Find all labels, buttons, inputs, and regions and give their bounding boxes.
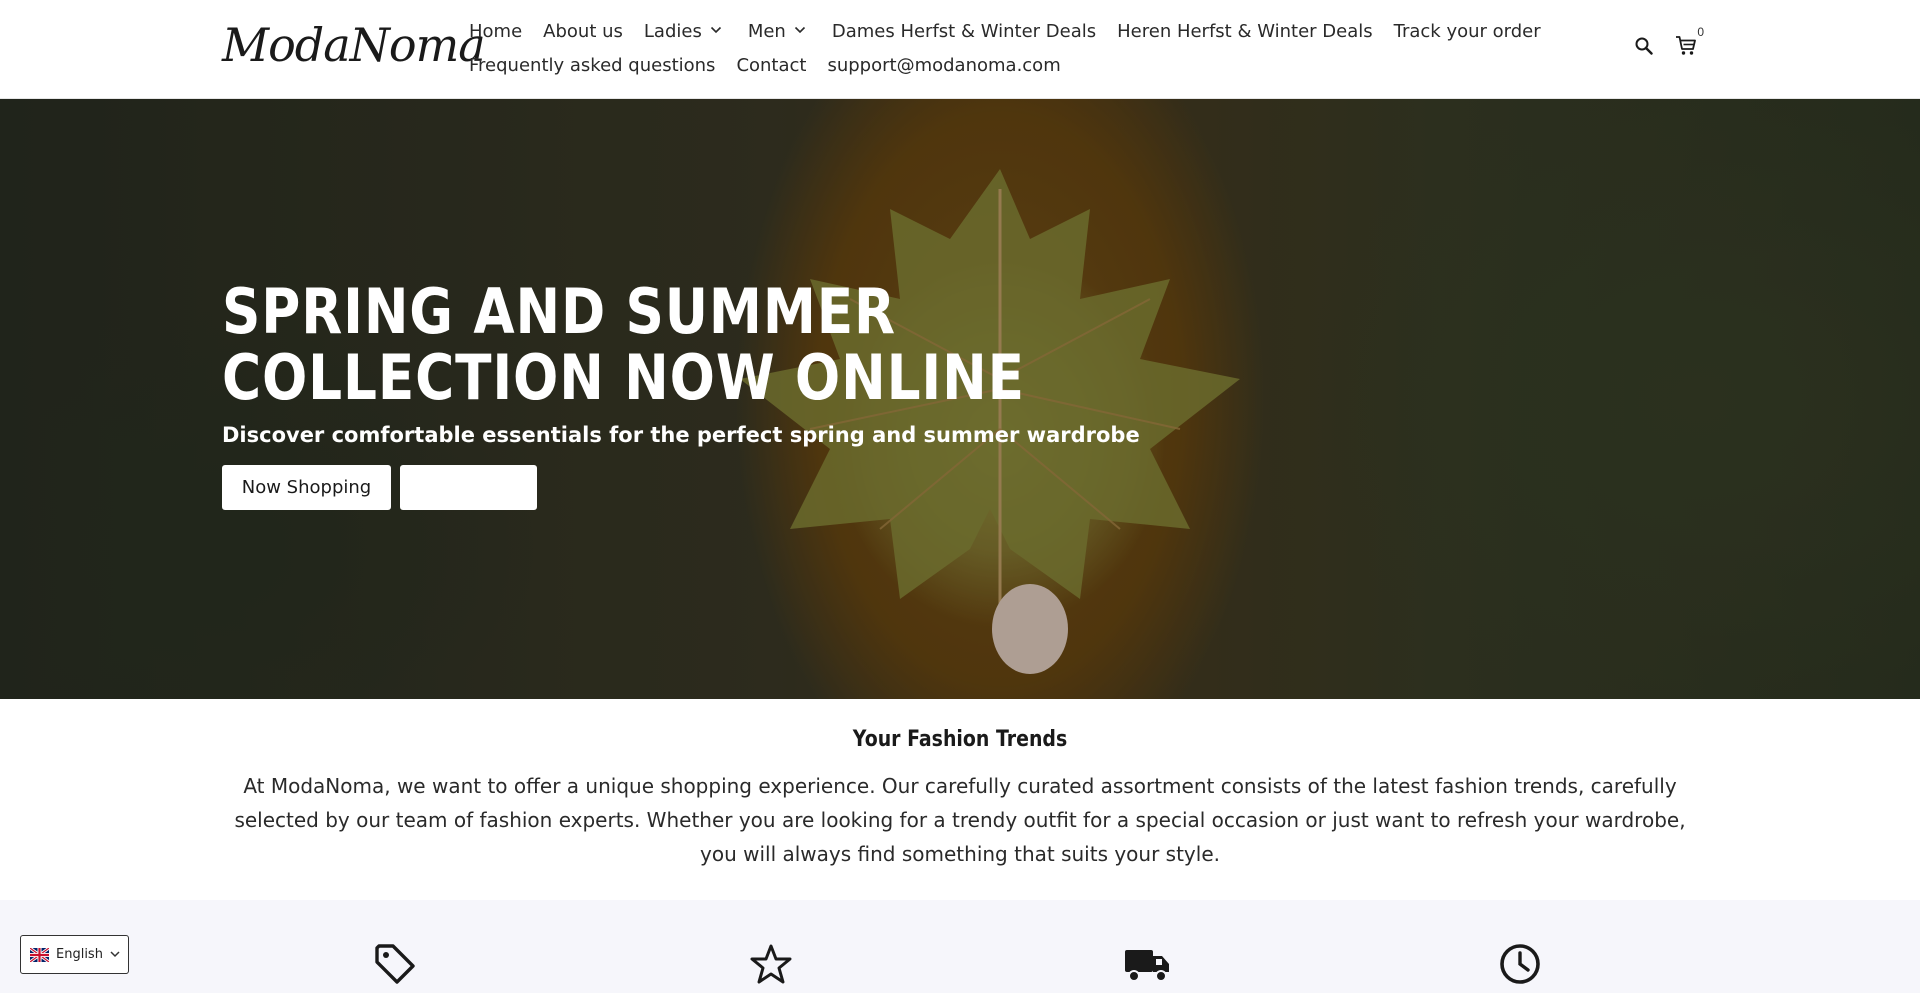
cart-count-badge: 0 bbox=[1697, 25, 1704, 39]
nav-label: Frequently asked questions bbox=[469, 54, 716, 76]
star-icon bbox=[750, 944, 792, 984]
intro-text: At ModaNoma, we want to offer a unique s… bbox=[234, 774, 1686, 866]
nav-label: Dames Herfst & Winter Deals bbox=[831, 20, 1097, 42]
site-header: ModaNoma Home About us Ladies Men Dames … bbox=[0, 0, 1920, 99]
now-shopping-button[interactable]: Now Shopping bbox=[222, 465, 391, 510]
nav-label: Ladies bbox=[643, 20, 702, 42]
chevron-down-icon bbox=[110, 951, 120, 958]
nav-label: Home bbox=[469, 20, 523, 42]
nav-item-contact[interactable]: Contact bbox=[736, 55, 806, 76]
nav-item-heren-deals[interactable]: Heren Herfst & Winter Deals bbox=[1117, 21, 1373, 42]
nav-label: Contact bbox=[736, 54, 807, 76]
chevron-down-icon bbox=[794, 26, 805, 34]
nav-label: Men bbox=[747, 20, 786, 42]
intro-title: Your Fashion Trends bbox=[852, 727, 1068, 752]
hero-content: SPRING AND SUMMER COLLECTION NOW ONLINE … bbox=[222, 279, 1222, 510]
cart-icon bbox=[1676, 36, 1696, 55]
header-actions: 0 bbox=[1632, 25, 1704, 58]
nav-item-track-order[interactable]: Track your order bbox=[1394, 21, 1541, 42]
nav-row-secondary: Frequently asked questions Contact suppo… bbox=[469, 48, 1529, 82]
nav-item-home[interactable]: Home bbox=[469, 21, 522, 42]
search-icon bbox=[1635, 37, 1653, 55]
nav-item-faq[interactable]: Frequently asked questions bbox=[469, 55, 715, 76]
clock-icon bbox=[1500, 944, 1540, 984]
nav-label: Heren Herfst & Winter Deals bbox=[1117, 20, 1373, 42]
hero-title: SPRING AND SUMMER COLLECTION NOW ONLINE bbox=[222, 275, 1025, 414]
truck-icon bbox=[1125, 950, 1169, 982]
main-nav: Home About us Ladies Men Dames Herfst & … bbox=[469, 14, 1541, 82]
nav-label: About us bbox=[543, 20, 623, 42]
features-section bbox=[0, 900, 1920, 993]
cart-button[interactable]: 0 bbox=[1674, 25, 1704, 58]
secondary-hero-button[interactable] bbox=[400, 465, 537, 510]
tag-icon bbox=[375, 944, 415, 984]
nav-item-dames-deals[interactable]: Dames Herfst & Winter Deals bbox=[832, 21, 1096, 42]
uk-flag-icon bbox=[30, 947, 49, 962]
chevron-down-icon bbox=[710, 26, 721, 34]
nav-label: support@modanoma.com bbox=[827, 54, 1061, 76]
hero-banner: SPRING AND SUMMER COLLECTION NOW ONLINE … bbox=[0, 99, 1920, 699]
search-button[interactable] bbox=[1632, 34, 1656, 58]
hero-buttons: Now Shopping bbox=[222, 465, 1222, 510]
nav-item-about-us[interactable]: About us bbox=[543, 21, 623, 42]
nav-item-men[interactable]: Men bbox=[748, 21, 806, 42]
hero-subtitle: Discover comfortable essentials for the … bbox=[222, 423, 1140, 447]
nav-row-primary: Home About us Ladies Men Dames Herfst & … bbox=[469, 14, 1541, 48]
site-logo[interactable]: ModaNoma bbox=[222, 18, 486, 72]
intro-section: Your Fashion Trends At ModaNoma, we want… bbox=[0, 699, 1920, 900]
language-selector[interactable]: English bbox=[20, 935, 129, 974]
nav-item-support-email[interactable]: support@modanoma.com bbox=[827, 55, 1060, 76]
nav-item-ladies[interactable]: Ladies bbox=[644, 21, 722, 42]
nav-label: Track your order bbox=[1393, 20, 1541, 42]
language-label: English bbox=[56, 947, 103, 962]
